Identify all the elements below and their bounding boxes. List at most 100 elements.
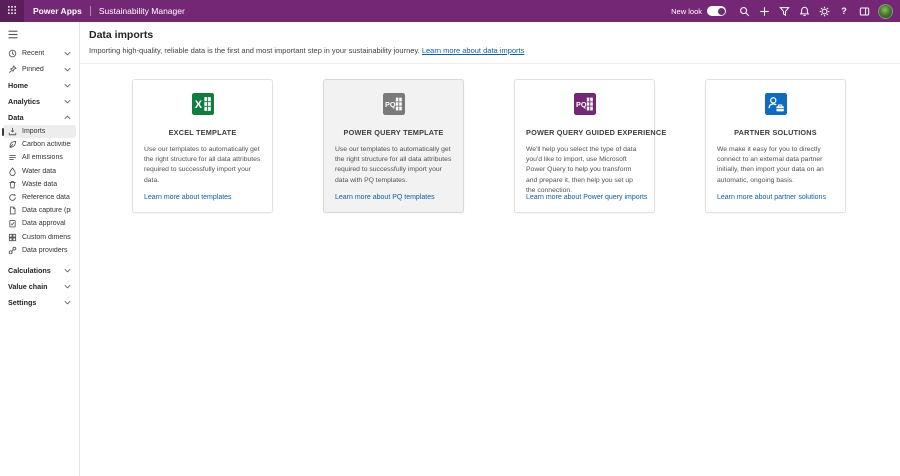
approval-icon	[8, 219, 17, 228]
import-icon	[8, 127, 17, 136]
main-content: Data imports Importing high-quality, rel…	[80, 22, 900, 476]
chevron-down-icon	[64, 83, 71, 88]
sidebar-spacer	[0, 257, 79, 263]
sidebar-item-label: Data providers	[22, 247, 68, 254]
side-panes-button[interactable]	[854, 0, 874, 22]
sidebar-item-data-capture[interactable]: Data capture (preview)	[3, 204, 76, 217]
page-title: Data imports	[89, 29, 890, 41]
emissions-icon	[8, 153, 17, 162]
card-power-query-template[interactable]: PQ POWER QUERY TEMPLATE Use our template…	[323, 79, 464, 213]
user-avatar[interactable]	[878, 4, 893, 19]
partner-icon	[765, 93, 787, 115]
pq-gray-icon: PQ	[383, 93, 405, 115]
card-description: Use our templates to automatically get t…	[335, 145, 452, 186]
sidebar-item-label: All emissions	[22, 154, 63, 161]
sidebar-item-imports[interactable]: Imports	[3, 125, 76, 138]
card-excel-template[interactable]: X EXCEL TEMPLATE Use our templates to au…	[132, 79, 273, 213]
grid-icon	[8, 233, 17, 242]
sidebar-item-waste-data[interactable]: Waste data	[3, 178, 76, 191]
sidebar-group-label: Analytics	[8, 97, 40, 106]
sidebar-item-data-approval[interactable]: Data approval	[3, 217, 76, 230]
sidebar-item-label: Waste data	[22, 181, 57, 188]
chevron-down-icon	[64, 51, 71, 56]
sidebar-group-label: Settings	[8, 298, 36, 307]
sidebar-item-custom-dimensions[interactable]: Custom dimensions	[3, 231, 76, 244]
pin-icon	[8, 65, 17, 74]
sidebar-item-carbon-activities[interactable]: Carbon activities	[3, 138, 76, 151]
chevron-down-icon	[64, 284, 71, 289]
sidebar-item-reference-data[interactable]: Reference data	[3, 191, 76, 204]
card-title: PARTNER SOLUTIONS	[717, 128, 834, 137]
card-partner-solutions[interactable]: PARTNER SOLUTIONS We make it easy for yo…	[705, 79, 846, 213]
sidebar-item-recent[interactable]: Recent	[3, 45, 76, 61]
help-button[interactable]: ?	[834, 0, 854, 22]
topbar-actions: New look	[671, 0, 900, 22]
quick-create-button[interactable]	[754, 0, 774, 22]
import-option-cards: X EXCEL TEMPLATE Use our templates to au…	[132, 79, 900, 213]
learn-more-pq-templates-link[interactable]: Learn more about PQ templates	[335, 194, 435, 201]
sidebar-group-label: Data	[8, 113, 24, 122]
waffle-icon	[7, 2, 17, 20]
card-title: POWER QUERY TEMPLATE	[335, 128, 452, 137]
learn-more-partner-solutions-link[interactable]: Learn more about partner solutions	[717, 194, 826, 201]
sidebar-group-analytics[interactable]: Analytics	[3, 93, 76, 109]
sidebar-item-water-data[interactable]: Water data	[3, 165, 76, 178]
sidebar-group-label: Home	[8, 81, 28, 90]
droplet-icon	[8, 167, 17, 176]
learn-more-data-imports-link[interactable]: Learn more about data imports	[422, 46, 525, 55]
excel-icon: X	[192, 93, 214, 115]
plus-icon	[759, 6, 770, 17]
sidebar-item-all-emissions[interactable]: All emissions	[3, 151, 76, 164]
chevron-down-icon	[64, 268, 71, 273]
sidebar-item-pinned[interactable]: Pinned	[3, 61, 76, 77]
sidebar-item-data-providers[interactable]: Data providers	[3, 244, 76, 257]
leaf-icon	[8, 140, 17, 149]
new-look-toggle[interactable]	[707, 6, 726, 16]
learn-more-templates-link[interactable]: Learn more about templates	[144, 194, 232, 201]
sidebar-item-label: Recent	[22, 50, 44, 57]
providers-icon	[8, 246, 17, 255]
sidebar-group-home[interactable]: Home	[3, 77, 76, 93]
learn-more-power-query-imports-link[interactable]: Learn more about Power query imports	[526, 194, 647, 201]
clock-icon	[8, 49, 17, 58]
sidebar-group-value-chain[interactable]: Value chain	[3, 279, 76, 295]
sidebar-item-label: Reference data	[22, 194, 70, 201]
filter-button[interactable]	[774, 0, 794, 22]
topbar-divider	[90, 6, 91, 16]
sidebar-item-label: Pinned	[22, 66, 44, 73]
chevron-down-icon	[64, 300, 71, 305]
sidebar-group-label: Calculations	[8, 266, 51, 275]
sidebar-item-label: Carbon activities	[22, 141, 71, 148]
sidebar-group-data[interactable]: Data	[3, 109, 76, 125]
subtitle-text: Importing high-quality, reliable data is…	[89, 46, 420, 55]
hamburger-icon	[8, 26, 18, 44]
environment-name[interactable]: Sustainability Manager	[99, 6, 185, 16]
sidebar-group-calculations[interactable]: Calculations	[3, 263, 76, 279]
search-button[interactable]	[734, 0, 754, 22]
card-title: POWER QUERY GUIDED EXPERIENCE	[526, 128, 643, 137]
filter-icon	[779, 6, 790, 17]
chevron-down-icon	[64, 67, 71, 72]
notifications-button[interactable]	[794, 0, 814, 22]
document-icon	[8, 206, 17, 215]
card-description: We make it easy for you to directly conn…	[717, 145, 834, 186]
new-look-label: New look	[671, 7, 702, 16]
sidebar-group-settings[interactable]: Settings	[3, 295, 76, 311]
chevron-down-icon	[64, 99, 71, 104]
pq-purple-icon: PQ	[574, 93, 596, 115]
page-layout: Recent Pinned Home Analytics	[0, 22, 900, 476]
app-launcher-button[interactable]	[0, 0, 24, 22]
svg-text:X: X	[194, 99, 202, 111]
bell-icon	[799, 6, 810, 17]
svg-text:PQ: PQ	[385, 100, 396, 109]
card-description: Use our templates to automatically get t…	[144, 145, 261, 186]
card-title: EXCEL TEMPLATE	[144, 128, 261, 137]
sitemap-collapse-button[interactable]	[0, 27, 79, 42]
settings-button[interactable]	[814, 0, 834, 22]
help-icon: ?	[841, 6, 847, 16]
card-power-query-guided-experience[interactable]: PQ POWER QUERY GUIDED EXPERIENCE We'll h…	[514, 79, 655, 213]
panel-icon	[859, 6, 870, 17]
svg-text:PQ: PQ	[576, 100, 587, 109]
app-name[interactable]: Power Apps	[33, 6, 82, 16]
chevron-up-icon	[64, 115, 71, 120]
